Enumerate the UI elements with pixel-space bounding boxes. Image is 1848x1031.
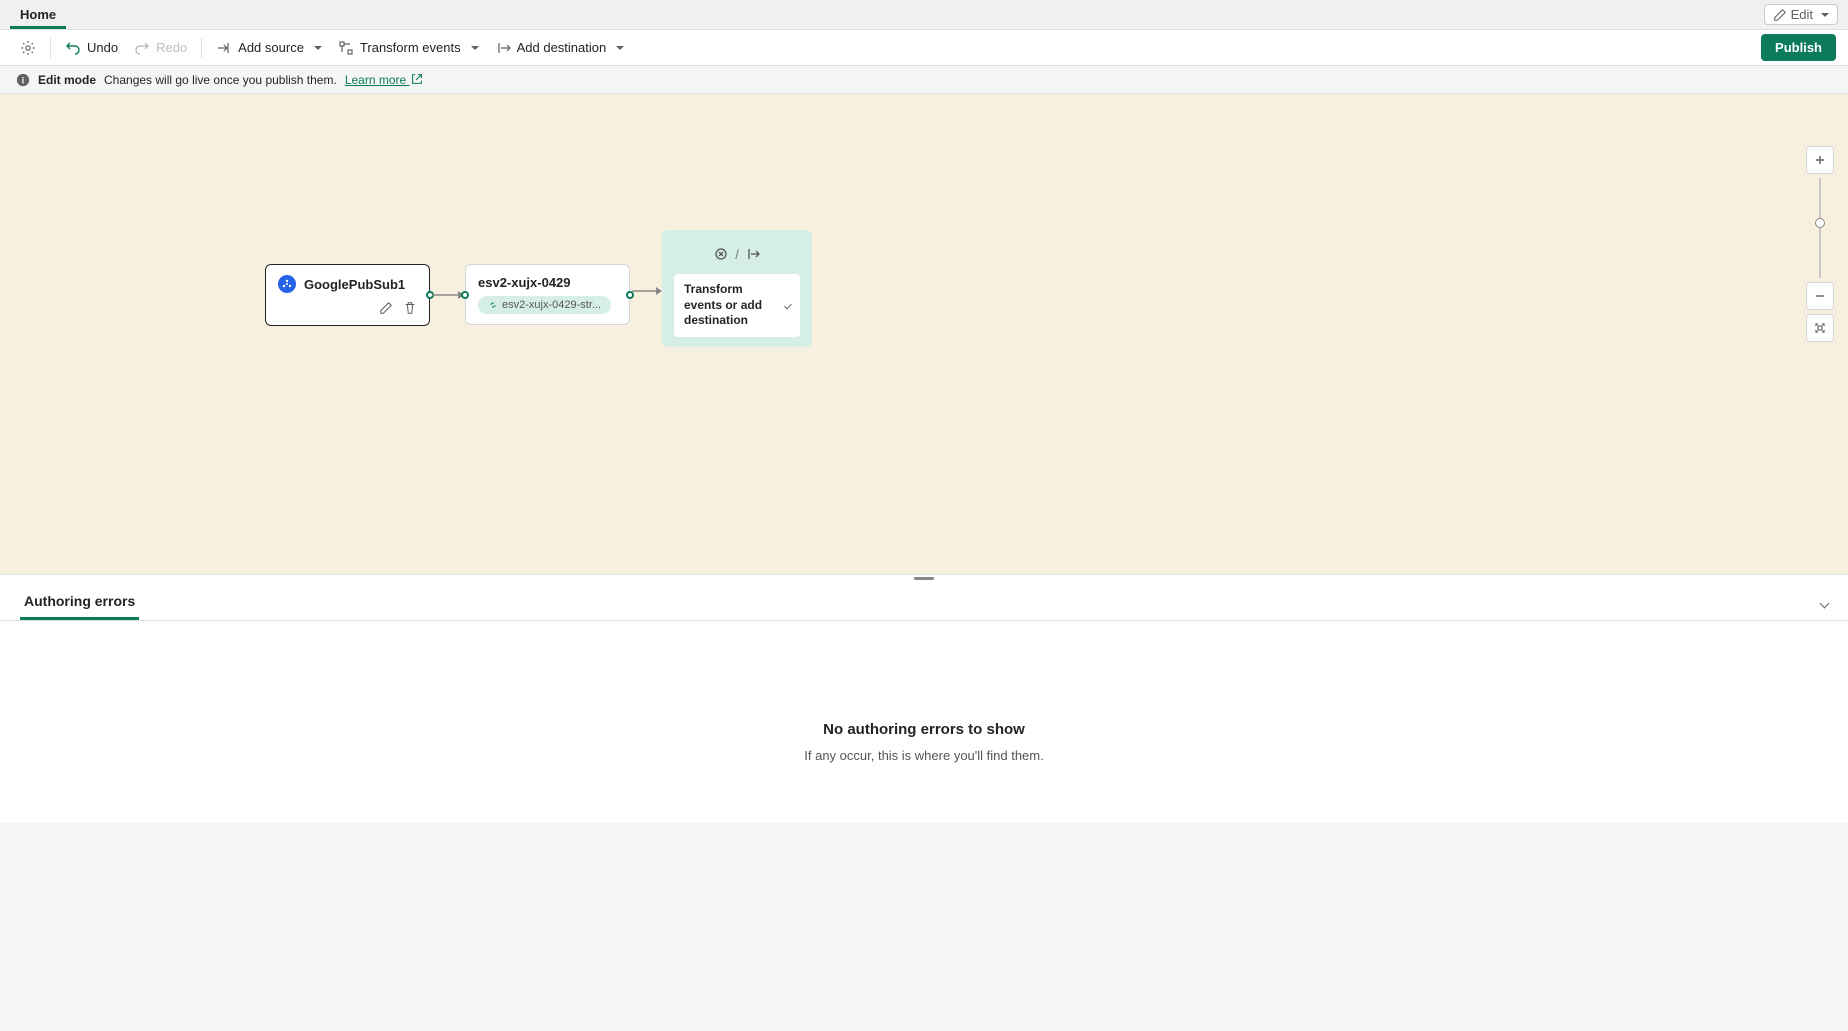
redo-icon — [134, 40, 150, 56]
edit-dropdown[interactable]: Edit — [1764, 4, 1838, 25]
bottom-panel: Authoring errors No authoring errors to … — [0, 574, 1848, 823]
svg-text:i: i — [22, 75, 24, 85]
divider — [50, 38, 51, 58]
info-mode: Edit mode — [38, 73, 96, 87]
empty-state-subtitle: If any occur, this is where you'll find … — [20, 748, 1828, 763]
pencil-icon[interactable] — [379, 301, 393, 315]
collapse-panel-icon[interactable] — [1820, 599, 1830, 609]
transform-events-label: Transform events — [360, 40, 461, 55]
chevron-down-icon — [471, 46, 479, 50]
tab-home[interactable]: Home — [10, 1, 66, 29]
chevron-down-icon — [784, 302, 792, 310]
input-port[interactable] — [461, 291, 469, 299]
edit-dropdown-label: Edit — [1791, 7, 1813, 22]
stream-chip: esv2-xujx-0429-str... — [478, 296, 611, 314]
destination-icon — [745, 246, 761, 262]
divider — [201, 38, 202, 58]
zoom-in-button[interactable] — [1806, 146, 1834, 174]
stream-node[interactable]: esv2-xujx-0429 esv2-xujx-0429-str... — [465, 264, 630, 325]
empty-state-title: No authoring errors to show — [20, 721, 1828, 738]
source-node[interactable]: GooglePubSub1 — [265, 264, 430, 326]
transform-icon — [713, 246, 729, 262]
external-link-icon — [410, 72, 424, 86]
panel-tab-errors[interactable]: Authoring errors — [20, 587, 139, 620]
placeholder-text: Transform events or add destination — [684, 282, 778, 329]
zoom-slider[interactable] — [1819, 178, 1821, 278]
learn-more-link[interactable]: Learn more — [345, 72, 424, 87]
transform-events-button[interactable]: Transform events — [330, 36, 487, 60]
redo-label: Redo — [156, 40, 187, 55]
canvas[interactable]: GooglePubSub1 esv2-xujx-0429 esv2-xujx-0… — [0, 94, 1848, 574]
fit-view-button[interactable] — [1806, 314, 1834, 342]
pubsub-icon — [278, 275, 296, 293]
info-message: Changes will go live once you publish th… — [104, 73, 337, 87]
zoom-controls — [1806, 144, 1834, 344]
output-port[interactable] — [426, 291, 434, 299]
trash-icon[interactable] — [403, 301, 417, 315]
add-source-icon — [216, 40, 232, 56]
placeholder-node[interactable]: / Transform events or add destination — [662, 230, 812, 347]
settings-button[interactable] — [12, 36, 44, 60]
chevron-down-icon — [1821, 13, 1829, 17]
pencil-icon — [1773, 8, 1787, 22]
connector-arrow — [632, 286, 662, 296]
zoom-out-button[interactable] — [1806, 282, 1834, 310]
info-bar: i Edit mode Changes will go live once yo… — [0, 66, 1848, 94]
zoom-thumb[interactable] — [1815, 218, 1825, 228]
publish-button[interactable]: Publish — [1761, 34, 1836, 61]
separator: / — [735, 247, 739, 262]
add-destination-label: Add destination — [517, 40, 607, 55]
add-destination-icon — [495, 40, 511, 56]
toolbar: Undo Redo Add source Transform events Ad… — [0, 30, 1848, 66]
add-source-button[interactable]: Add source — [208, 36, 330, 60]
info-icon: i — [16, 73, 30, 87]
transform-icon — [338, 40, 354, 56]
source-node-title: GooglePubSub1 — [304, 277, 405, 292]
chevron-down-icon — [616, 46, 624, 50]
output-port[interactable] — [626, 291, 634, 299]
gear-icon — [20, 40, 36, 56]
undo-label: Undo — [87, 40, 118, 55]
add-source-label: Add source — [238, 40, 304, 55]
connector-arrow — [432, 290, 464, 300]
undo-icon — [65, 40, 81, 56]
stream-node-title: esv2-xujx-0429 — [478, 275, 571, 290]
undo-button[interactable]: Undo — [57, 36, 126, 60]
chevron-down-icon — [314, 46, 322, 50]
placeholder-action[interactable]: Transform events or add destination — [674, 274, 800, 337]
add-destination-button[interactable]: Add destination — [487, 36, 633, 60]
link-icon — [488, 300, 498, 310]
redo-button: Redo — [126, 36, 195, 60]
